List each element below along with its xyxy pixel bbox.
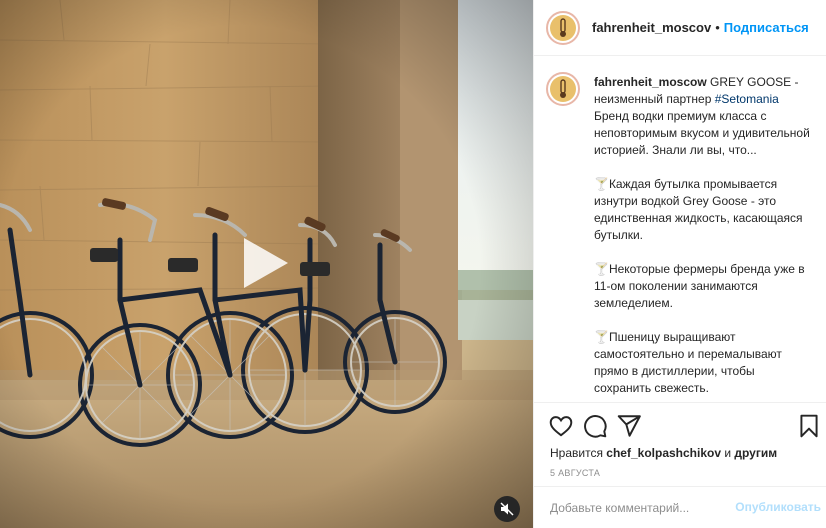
post-header: fahrenheit_moscov • Подписаться [534, 0, 826, 56]
play-button[interactable] [232, 232, 294, 294]
publish-button[interactable]: Опубликовать [735, 500, 821, 514]
caption-username[interactable]: fahrenheit_moscow [594, 75, 707, 89]
caption-intro: Бренд водки премиум класса с неповторимы… [594, 109, 810, 157]
likes-others-link[interactable]: другим [734, 446, 777, 460]
share-icon[interactable] [616, 413, 642, 439]
comments-section[interactable]: fahrenheit_moscow GREY GOOSE - неизменны… [534, 56, 826, 402]
post-date[interactable]: 5 АВГУСТА [550, 468, 600, 478]
play-icon [244, 238, 288, 288]
speaker-muted-icon [500, 502, 514, 516]
caption-paragraph-3: 🍸Пшеницу выращивают самостоятельно и пер… [594, 330, 782, 395]
caption-row: fahrenheit_moscow GREY GOOSE - неизменны… [546, 72, 815, 397]
caption-text: fahrenheit_moscow GREY GOOSE - неизменны… [594, 74, 812, 397]
add-comment-bar: Опубликовать [534, 486, 826, 528]
bookmark-icon[interactable] [796, 413, 822, 439]
likes-user-link[interactable]: chef_kolpashchikov [606, 446, 721, 460]
caption-paragraph-1: 🍸Каждая бутылка промывается изнутри водк… [594, 177, 803, 242]
thermometer-logo-icon [560, 17, 566, 37]
likes-summary: Нравится chef_kolpashchikov и другим [550, 446, 777, 460]
avatar[interactable] [546, 10, 580, 45]
post-side-panel: fahrenheit_moscov • Подписаться fahrenhe… [533, 0, 826, 528]
hashtag-link[interactable]: #Setomania [715, 92, 779, 106]
comment-icon[interactable] [582, 413, 608, 439]
heart-icon[interactable] [548, 413, 574, 439]
post-actions: Нравится chef_kolpashchikov и другим 5 А… [534, 402, 826, 486]
mute-button[interactable] [494, 496, 520, 522]
thermometer-logo-icon [560, 79, 566, 98]
likes-prefix: Нравится [550, 446, 607, 460]
likes-middle: и [721, 446, 735, 460]
comment-input[interactable] [548, 497, 742, 519]
header-username[interactable]: fahrenheit_moscov [592, 20, 711, 35]
post-media[interactable] [0, 0, 533, 528]
caption-avatar[interactable] [546, 72, 580, 106]
separator-dot: • [715, 20, 720, 35]
follow-button[interactable]: Подписаться [724, 20, 809, 35]
caption-paragraph-2: 🍸Некоторые фермеры бренда уже в 11-ом по… [594, 262, 805, 310]
